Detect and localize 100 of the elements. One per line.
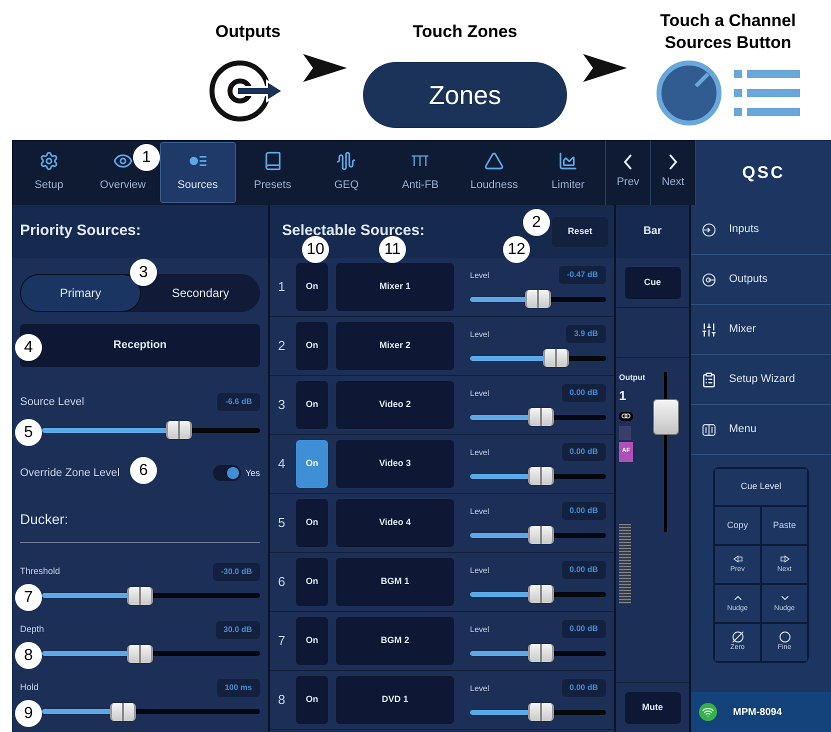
slider[interactable] xyxy=(470,526,606,544)
level-readout: -30.0 dB xyxy=(212,562,260,580)
area-chart-icon xyxy=(558,151,578,172)
step-label: Touch a Channel Sources Button xyxy=(659,10,797,54)
tab[interactable]: Loudness xyxy=(457,142,532,203)
slider[interactable] xyxy=(470,408,606,426)
sidebar-item[interactable]: Outputs xyxy=(691,255,831,305)
menu-icon xyxy=(701,422,717,438)
source-button[interactable]: Mixer 1 xyxy=(336,263,454,311)
slider[interactable] xyxy=(42,586,260,604)
on-button[interactable]: On xyxy=(296,263,328,311)
row-number: 7 xyxy=(278,632,286,650)
device-name: MPM-8094 xyxy=(733,706,782,720)
tab[interactable]: GEQ xyxy=(310,142,384,203)
arrow-icon xyxy=(583,54,627,82)
on-button[interactable]: On xyxy=(296,558,328,606)
row-number: 1 xyxy=(278,278,286,296)
reset-button[interactable]: Reset xyxy=(552,216,608,246)
slider-label: Depth xyxy=(20,622,44,636)
step-label: Outputs xyxy=(215,21,281,44)
slider[interactable] xyxy=(470,349,606,367)
chevron-left-icon xyxy=(623,154,633,170)
next-button[interactable]: Next xyxy=(651,140,695,205)
panel-title: Priority Sources: xyxy=(20,221,141,242)
level-label: Level xyxy=(470,447,490,459)
channel-swatch xyxy=(619,426,631,440)
source-button[interactable]: Video 2 xyxy=(336,381,454,429)
level-readout: 0.00 dB xyxy=(562,620,606,638)
keypad-key[interactable]: Paste xyxy=(762,507,807,544)
level-label: Level xyxy=(470,683,490,695)
level-readout: 0.00 dB xyxy=(562,561,606,579)
link-icon xyxy=(619,412,633,420)
tab[interactable]: Setup xyxy=(12,142,86,203)
slider-label: Threshold xyxy=(20,564,60,578)
row-number: 2 xyxy=(278,337,286,356)
level-readout: 0.00 dB xyxy=(562,384,606,402)
source-button[interactable]: Video 3 xyxy=(336,440,454,488)
tab[interactable]: Sources xyxy=(160,142,236,203)
level-readout: 0.00 dB xyxy=(562,443,606,461)
knob-icon xyxy=(656,60,722,126)
level-label: Level xyxy=(470,388,490,400)
on-button[interactable]: On xyxy=(296,499,328,547)
level-readout: 100 ms xyxy=(216,678,260,696)
row-number: 6 xyxy=(278,573,286,592)
level-readout: 3.9 dB xyxy=(566,325,606,343)
toggle-label: Override Zone Level xyxy=(20,466,120,481)
sidebar-item[interactable]: Setup Wizard xyxy=(691,355,831,405)
level-readout: 0.00 dB xyxy=(562,679,606,697)
arrow-icon xyxy=(303,54,347,82)
toggle-switch[interactable] xyxy=(213,465,242,482)
source-button[interactable]: Mixer 2 xyxy=(336,322,454,370)
slider[interactable] xyxy=(470,467,606,485)
level-label: Level xyxy=(470,270,490,282)
on-button[interactable]: On xyxy=(296,676,328,724)
source-button[interactable]: BGM 2 xyxy=(336,617,454,665)
slider[interactable] xyxy=(470,703,606,721)
clipboard-icon xyxy=(701,372,717,388)
circle-icon xyxy=(778,631,790,644)
level-label: Level xyxy=(470,329,490,341)
keypad-key[interactable]: Copy xyxy=(715,507,760,544)
zones-pill: Zones xyxy=(363,62,567,128)
level-label: Level xyxy=(470,565,490,577)
tab[interactable]: Presets xyxy=(236,142,310,203)
source-button[interactable]: Video 4 xyxy=(336,499,454,547)
triangle-icon xyxy=(484,151,504,172)
tab[interactable]: Limiter xyxy=(531,142,605,203)
slider[interactable] xyxy=(470,290,606,308)
cue-button[interactable]: Cue xyxy=(624,266,680,298)
sidebar-item[interactable]: Mixer xyxy=(691,305,831,355)
waveform-icon xyxy=(336,151,356,172)
input-icon xyxy=(701,222,717,238)
slider[interactable] xyxy=(470,644,606,662)
mute-button[interactable]: Mute xyxy=(624,692,680,724)
slider[interactable] xyxy=(42,702,260,720)
level-label: Level xyxy=(470,506,490,518)
logo: QSC xyxy=(742,162,785,184)
sidebar-item[interactable]: Menu xyxy=(691,405,831,455)
segment-tab[interactable]: Primary xyxy=(20,274,141,312)
on-button[interactable]: On xyxy=(296,381,328,429)
row-number: 3 xyxy=(278,396,286,414)
sliders-icon xyxy=(701,322,717,338)
chevron-right-icon xyxy=(668,154,678,170)
slashed-circle-icon xyxy=(732,631,744,644)
row-number: 5 xyxy=(278,514,286,532)
gear-icon xyxy=(38,151,59,172)
toggle-value: Yes xyxy=(245,466,260,480)
on-button[interactable]: On xyxy=(296,617,328,665)
tab[interactable]: Anti-FB xyxy=(383,142,458,203)
output-icon xyxy=(701,272,717,288)
level-readout: -0.47 dB xyxy=(558,266,606,284)
sidebar-item[interactable]: Inputs xyxy=(691,205,831,255)
keypad-key[interactable]: Cue Level xyxy=(715,469,807,505)
source-button[interactable]: DVD 1 xyxy=(336,676,454,724)
slider[interactable] xyxy=(42,644,260,662)
source-button[interactable]: BGM 1 xyxy=(336,558,454,606)
level-readout: 0.00 dB xyxy=(562,502,606,520)
slider[interactable] xyxy=(42,421,260,439)
on-button[interactable]: On xyxy=(296,322,328,370)
output-number: 1 xyxy=(619,387,628,405)
slider[interactable] xyxy=(470,585,606,603)
